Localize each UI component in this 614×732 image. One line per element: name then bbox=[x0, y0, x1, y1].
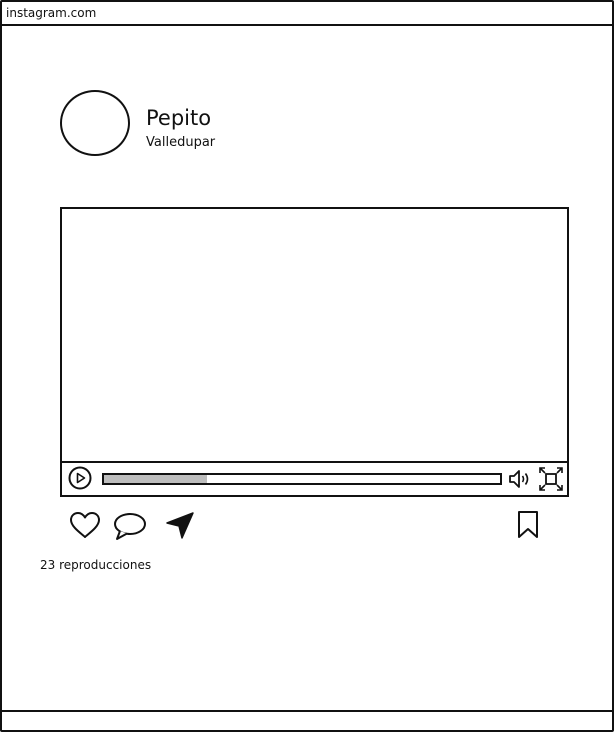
post-username[interactable]: Pepito bbox=[146, 106, 211, 130]
browser-window: instagram.com Pepito Valledupar 23 repro… bbox=[0, 0, 614, 732]
address-bar[interactable]: instagram.com bbox=[2, 2, 612, 26]
fullscreen-icon[interactable] bbox=[538, 466, 564, 492]
avatar[interactable] bbox=[60, 90, 130, 156]
volume-icon[interactable] bbox=[508, 467, 534, 491]
send-icon[interactable] bbox=[164, 510, 196, 540]
view-count: 23 reproducciones bbox=[40, 558, 152, 572]
url-text: instagram.com bbox=[6, 6, 97, 20]
play-icon[interactable] bbox=[68, 466, 92, 490]
comment-icon[interactable] bbox=[112, 510, 148, 542]
heart-icon[interactable] bbox=[68, 510, 102, 540]
status-bar bbox=[2, 710, 612, 730]
video-player[interactable] bbox=[60, 207, 569, 497]
post-location[interactable]: Valledupar bbox=[146, 135, 215, 150]
video-controls bbox=[62, 461, 567, 495]
progress-fill bbox=[104, 475, 207, 483]
video-progress-bar[interactable] bbox=[102, 473, 502, 485]
bookmark-icon[interactable] bbox=[516, 510, 542, 540]
